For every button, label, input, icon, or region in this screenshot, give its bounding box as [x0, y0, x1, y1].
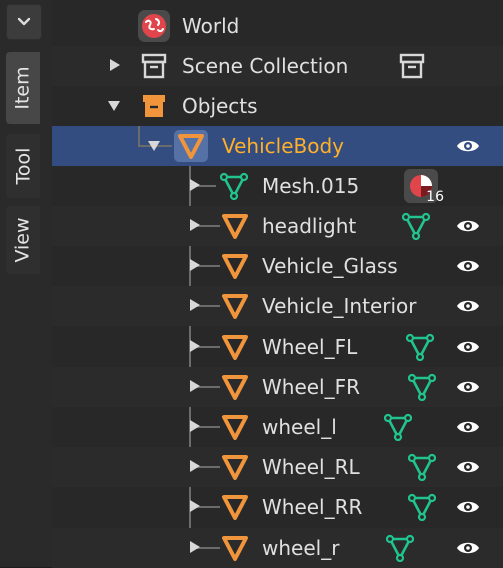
tab-view-label: View — [12, 217, 34, 263]
object-icon — [222, 294, 248, 319]
collection-icon — [143, 95, 165, 117]
eye-icon[interactable] — [456, 136, 480, 156]
eye-icon[interactable] — [456, 457, 480, 477]
outliner-row-object[interactable]: Wheel_RL — [52, 447, 503, 487]
outliner-label-mesh: Mesh.015 — [262, 174, 360, 198]
expand-arrow-icon[interactable] — [190, 179, 200, 191]
expand-arrow-icon[interactable] — [190, 299, 200, 311]
mesh-data-icon[interactable] — [406, 333, 434, 361]
mesh-data-icon[interactable] — [402, 212, 430, 240]
object-icon — [222, 214, 248, 239]
outliner-row-mesh[interactable]: Mesh.015 16 — [52, 166, 503, 206]
outliner-row-object[interactable]: Wheel_FL — [52, 327, 503, 367]
collapse-arrow-icon[interactable] — [148, 141, 160, 151]
expand-arrow-icon[interactable] — [190, 259, 200, 271]
tab-view[interactable]: View — [6, 206, 40, 274]
expand-arrow-icon[interactable] — [110, 59, 120, 71]
outliner-label-object: Wheel_RR — [262, 495, 363, 519]
object-icon — [178, 134, 204, 159]
expand-arrow-icon[interactable] — [190, 219, 200, 231]
mesh-data-icon[interactable] — [408, 453, 436, 481]
eye-icon[interactable] — [456, 538, 480, 558]
outliner-row-vehiclebody[interactable]: VehicleBody — [52, 126, 503, 166]
outliner-row-objects[interactable]: Objects — [52, 86, 503, 126]
outliner-label-object: wheel_r — [262, 536, 340, 560]
eye-icon[interactable] — [456, 417, 480, 437]
mesh-data-icon[interactable] — [386, 534, 414, 562]
tree-line — [138, 126, 140, 146]
mesh-data-icon[interactable] — [384, 413, 412, 441]
material-count: 16 — [426, 189, 444, 205]
eye-icon[interactable] — [456, 296, 480, 316]
world-icon — [138, 10, 170, 42]
expand-arrow-icon[interactable] — [190, 380, 200, 392]
outliner-label-world: World — [182, 14, 240, 38]
outliner-row-object[interactable]: Wheel_FR — [52, 367, 503, 407]
collection-icon — [141, 53, 167, 79]
object-icon — [222, 415, 248, 440]
outliner-label-object: Vehicle_Interior — [262, 294, 417, 318]
outliner-row-object[interactable]: Vehicle_Glass — [52, 246, 503, 286]
outliner-label-object: Vehicle_Glass — [262, 254, 398, 278]
outliner-label-scene-collection: Scene Collection — [182, 54, 349, 78]
mesh-data-icon — [220, 172, 248, 200]
expand-arrow-icon[interactable] — [190, 340, 200, 352]
outliner-label-vehiclebody: VehicleBody — [222, 134, 345, 158]
outliner-row-object[interactable]: Vehicle_Interior — [52, 286, 503, 326]
eye-icon[interactable] — [456, 216, 480, 236]
expand-arrow-icon[interactable] — [190, 460, 200, 472]
outliner-label-object: Wheel_FL — [262, 335, 358, 359]
outliner-row-world[interactable]: World — [52, 6, 503, 46]
expand-arrow-icon[interactable] — [190, 500, 200, 512]
outliner-row-scene-collection[interactable]: Scene Collection — [52, 46, 503, 86]
eye-icon[interactable] — [456, 256, 480, 276]
tab-tool[interactable]: Tool — [6, 134, 40, 198]
mesh-data-icon[interactable] — [408, 373, 436, 401]
outliner-label-objects: Objects — [182, 94, 258, 118]
tab-tool-label: Tool — [12, 147, 34, 185]
outliner-row-object[interactable]: Wheel_RR — [52, 487, 503, 527]
outliner-row-object[interactable]: headlight — [52, 206, 503, 246]
outliner-panel: World Scene Collection Objects VehicleBo… — [52, 0, 503, 568]
eye-icon[interactable] — [456, 337, 480, 357]
sidebar-tab-strip: Item Tool View — [0, 0, 52, 567]
collection-icon[interactable] — [398, 52, 426, 80]
tab-dropdown-button[interactable] — [6, 4, 42, 40]
object-icon — [222, 495, 248, 520]
eye-icon[interactable] — [456, 377, 480, 397]
outliner-label-object: wheel_l — [262, 415, 337, 439]
outliner-row-object[interactable]: wheel_r — [52, 528, 503, 568]
object-icon — [222, 536, 248, 561]
object-icon — [222, 335, 248, 360]
tab-item[interactable]: Item — [6, 52, 40, 124]
object-icon — [222, 375, 248, 400]
object-icon — [222, 455, 248, 480]
chevron-down-icon — [17, 17, 31, 26]
outliner-row-object[interactable]: wheel_l — [52, 407, 503, 447]
outliner-label-object: Wheel_FR — [262, 375, 361, 399]
collapse-arrow-icon[interactable] — [108, 101, 120, 111]
outliner-label-object: Wheel_RL — [262, 455, 360, 479]
outliner-label-object: headlight — [262, 214, 357, 238]
material-badge[interactable]: 16 — [404, 169, 444, 205]
expand-arrow-icon[interactable] — [190, 420, 200, 432]
expand-arrow-icon[interactable] — [190, 541, 200, 553]
mesh-data-icon[interactable] — [408, 493, 436, 521]
object-icon — [222, 254, 248, 279]
eye-icon[interactable] — [456, 497, 480, 517]
tab-item-label: Item — [12, 66, 35, 110]
